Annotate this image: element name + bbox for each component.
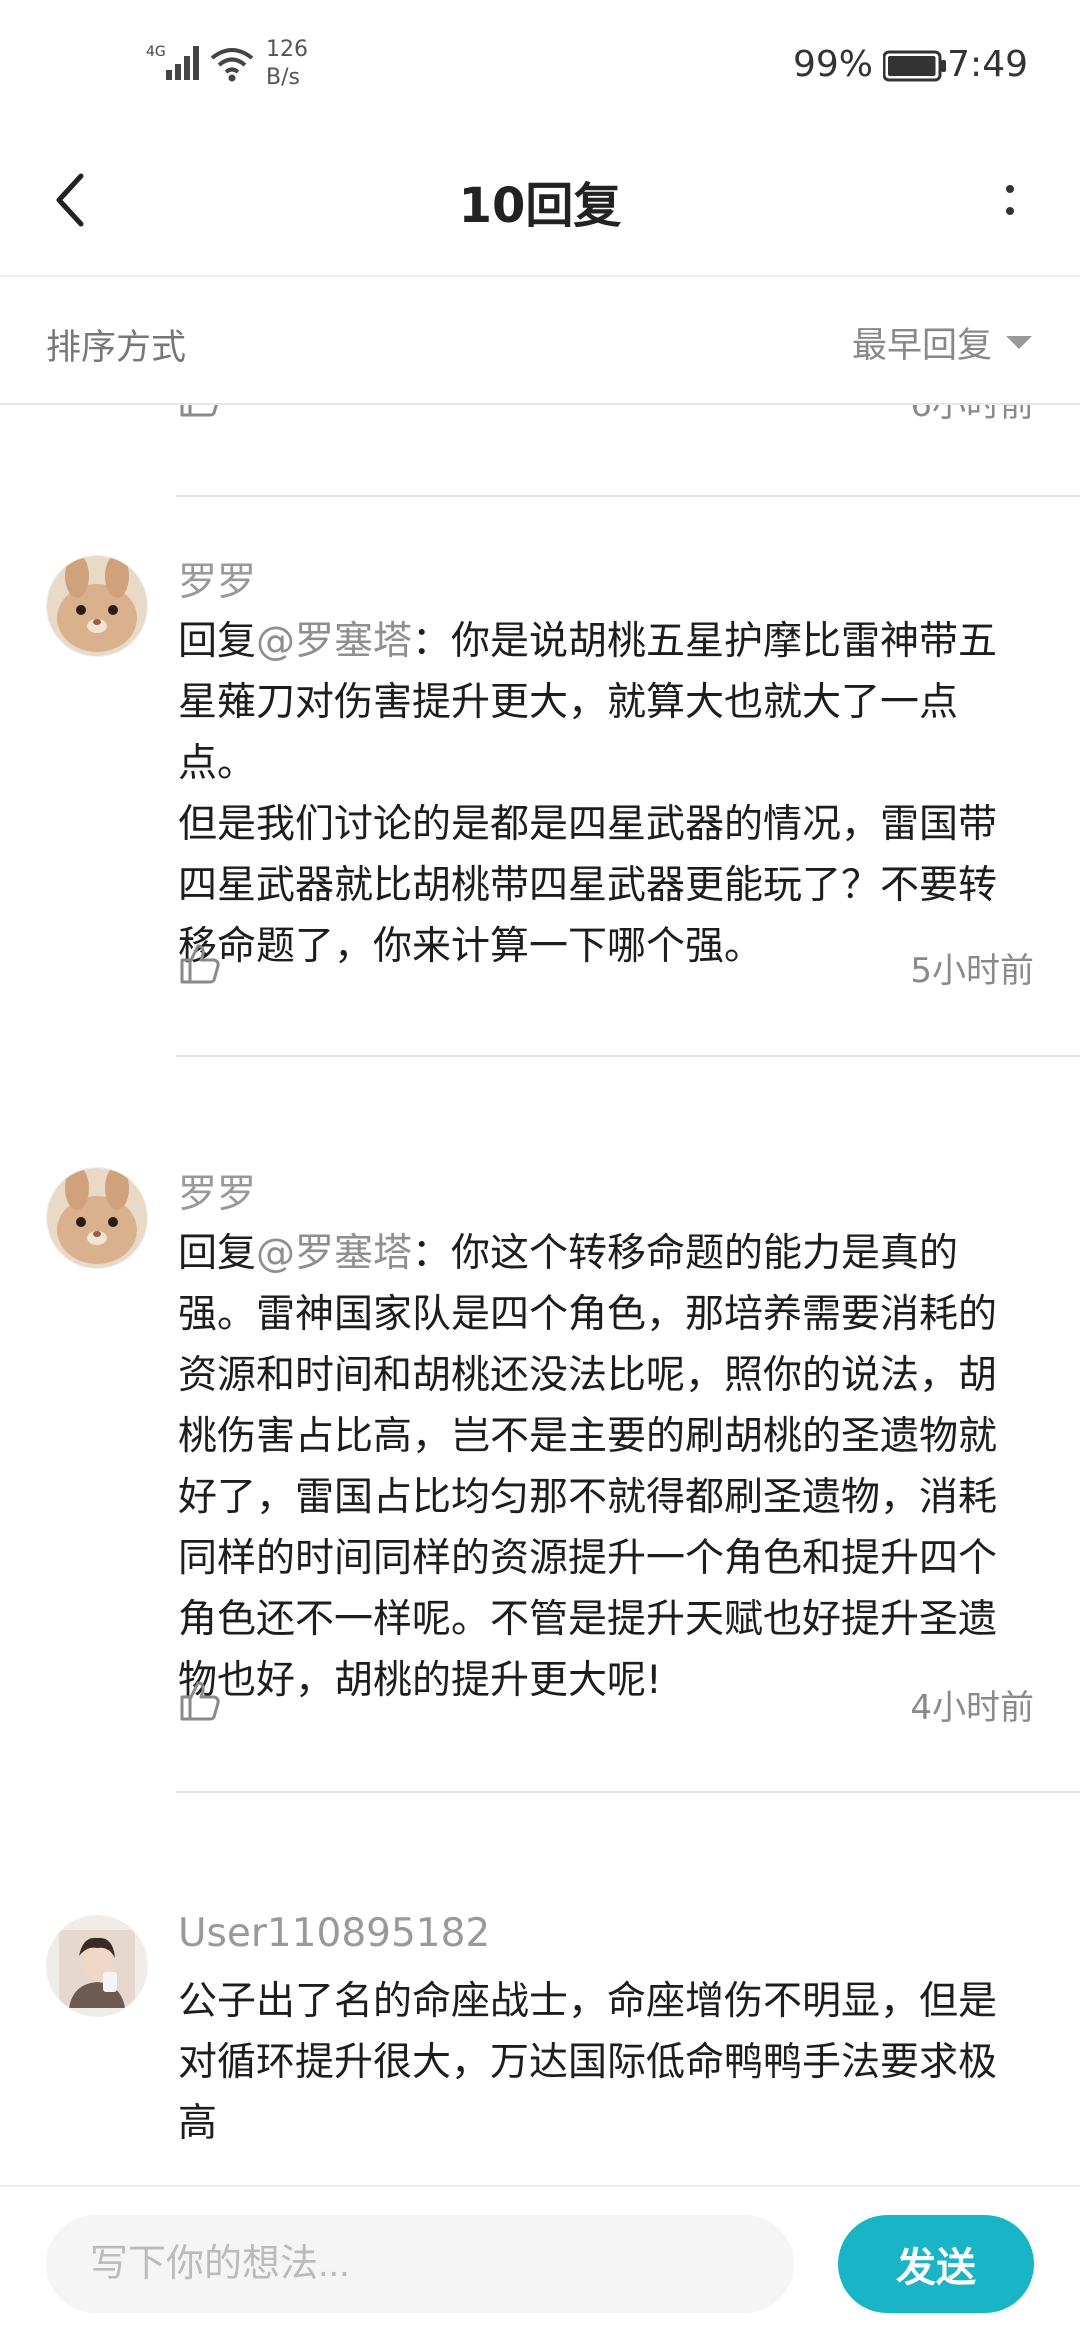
app-header: 10回复 bbox=[0, 130, 1080, 277]
thumbs-up-icon[interactable] bbox=[176, 1677, 224, 1725]
reply-list: 6小时前 罗罗 回复@罗塞塔：你是说胡桃五星护摩比雷神带五星薙刀对伤害提升更大，… bbox=[0, 405, 1080, 2185]
avatar[interactable] bbox=[46, 1167, 148, 1269]
network-speed-unit: B/s bbox=[266, 65, 300, 90]
battery-level-fill bbox=[888, 56, 936, 76]
reply-time: 6小时前 bbox=[910, 405, 1034, 425]
network-speed-value: 126 bbox=[266, 37, 308, 62]
reply-text: ：你这个转移命题的能力是真的强。雷神国家队是四个角色，那培养需要消耗的资源和时间… bbox=[178, 1231, 998, 1703]
sort-dropdown[interactable]: 最早回复 bbox=[852, 317, 1032, 368]
page-title: 10回复 bbox=[458, 178, 622, 234]
reply-text: ：你是说胡桃五星护摩比雷神带五星薙刀对伤害提升更大，就算大也就大了一点点。 但是… bbox=[178, 619, 998, 969]
reply-prefix: 回复 bbox=[178, 1231, 257, 1276]
username[interactable]: User110895182 bbox=[178, 1911, 490, 1956]
comment-input[interactable] bbox=[46, 2215, 794, 2313]
sort-bar: 排序方式 最早回复 bbox=[0, 277, 1080, 405]
reply-content: 回复@罗塞塔：你这个转移命题的能力是真的强。雷神国家队是四个角色，那培养需要消耗… bbox=[178, 1223, 1028, 1711]
status-bar: 4G 126 B/s 99% 7:49 bbox=[0, 0, 1080, 130]
sort-selected-value: 最早回复 bbox=[851, 326, 992, 366]
network-type: 4G bbox=[146, 44, 166, 60]
thumbs-up-icon[interactable] bbox=[176, 405, 224, 421]
reply-time: 4小时前 bbox=[910, 1688, 1034, 1728]
more-vertical-icon bbox=[1006, 185, 1014, 193]
battery-percent: 99% bbox=[792, 44, 873, 85]
wifi-icon bbox=[210, 48, 254, 82]
reply-content: 公子出了名的命座战士，命座增伤不明显，但是对循环提升很大，万达国际低命鸭鸭手法要… bbox=[178, 1979, 998, 2146]
reply-prefix: 回复 bbox=[178, 619, 257, 664]
sort-label: 排序方式 bbox=[46, 328, 187, 368]
network-speed: 126 B/s bbox=[266, 36, 326, 92]
clock: 7:49 bbox=[947, 44, 1028, 85]
mention-link[interactable]: @罗塞塔 bbox=[256, 619, 412, 664]
username[interactable]: 罗罗 bbox=[178, 1163, 256, 1219]
reply-content: 回复@罗塞塔：你是说胡桃五星护摩比雷神带五星薙刀对伤害提升更大，就算大也就大了一… bbox=[178, 611, 1028, 977]
reply-time: 5小时前 bbox=[910, 951, 1034, 991]
person-avatar-icon bbox=[47, 1916, 147, 2016]
thumbs-up-icon[interactable] bbox=[176, 940, 224, 988]
send-button[interactable]: 发送 bbox=[838, 2215, 1034, 2313]
bunny-avatar-icon bbox=[47, 1168, 147, 1268]
avatar[interactable] bbox=[46, 1915, 148, 2017]
avatar[interactable] bbox=[46, 555, 148, 657]
more-options-button[interactable] bbox=[980, 160, 1040, 240]
username[interactable]: 罗罗 bbox=[178, 551, 256, 607]
divider bbox=[176, 1791, 1080, 1793]
divider bbox=[176, 495, 1080, 497]
battery-icon bbox=[883, 50, 946, 82]
cellular-signal-icon: 4G bbox=[146, 44, 199, 80]
mention-link[interactable]: @罗塞塔 bbox=[256, 1231, 412, 1276]
bunny-avatar-icon bbox=[47, 556, 147, 656]
comment-composer: 发送 bbox=[0, 2185, 1080, 2342]
divider bbox=[176, 1055, 1080, 1057]
caret-down-icon bbox=[1006, 336, 1032, 349]
